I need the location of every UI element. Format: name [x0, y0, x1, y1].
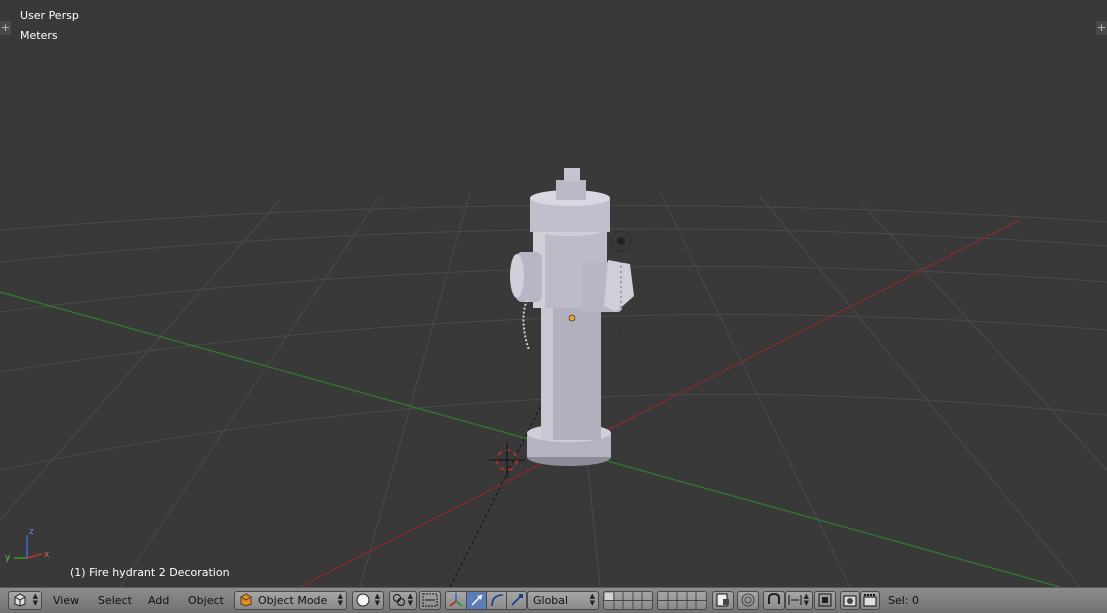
- opengl-render-button[interactable]: [840, 591, 860, 610]
- pivot-point-icon: [393, 594, 405, 606]
- layer-buttons: [658, 592, 706, 609]
- translate-manipulator-icon: [471, 594, 483, 606]
- axis-gizmo: z y x: [5, 527, 50, 563]
- fire-hydrant-object[interactable]: [510, 168, 634, 466]
- mode-selector[interactable]: Object Mode ▲ ▼: [234, 591, 347, 610]
- menu-select[interactable]: Select: [98, 591, 132, 610]
- viewport-scene[interactable]: z y x: [0, 0, 1107, 587]
- layer-buttons-group-1[interactable]: [603, 591, 653, 610]
- scale-manipulator-icon: [511, 594, 523, 606]
- region-expand-left-icon[interactable]: +: [0, 21, 11, 35]
- lock-layers-icon: [716, 593, 729, 607]
- transform-orientation-selector[interactable]: Global ▲ ▼: [527, 591, 599, 610]
- snap-target-icon: [818, 593, 832, 607]
- snap-icon: [768, 592, 780, 604]
- rotate-manipulator-icon: [491, 594, 504, 607]
- manipulator-toggle-button[interactable]: [446, 592, 467, 609]
- viewport-shading-button[interactable]: ▲ ▼: [352, 591, 384, 610]
- manipulator-center-icon: [422, 593, 438, 607]
- snap-toggle-button[interactable]: [763, 591, 785, 610]
- translate-manipulator-button[interactable]: [467, 592, 487, 609]
- snap-target-button[interactable]: [814, 591, 836, 610]
- selection-count: Sel: 0: [888, 594, 920, 607]
- rotate-manipulator-button[interactable]: [487, 592, 507, 609]
- editor-type-button[interactable]: ▲ ▼: [8, 591, 42, 610]
- manipulator-center-button[interactable]: [419, 591, 441, 610]
- menu-view[interactable]: View: [53, 591, 79, 610]
- 3d-viewport[interactable]: z y x User Persp Meters (1) Fire hydrant…: [0, 0, 1107, 587]
- menu-object[interactable]: Object: [188, 591, 224, 610]
- proportional-edit-icon: [741, 593, 755, 607]
- layer-buttons-group-2[interactable]: [657, 591, 707, 610]
- gizmo-y-label: y: [5, 553, 11, 563]
- gizmo-z-label: z: [29, 527, 34, 537]
- manipulator-group: [445, 591, 527, 610]
- layer-buttons: [604, 592, 652, 609]
- editor-type-icon: [14, 593, 26, 607]
- viewport-shading-icon: [356, 593, 370, 607]
- pivot-point-button[interactable]: ▲ ▼: [389, 591, 417, 610]
- mode-label: Object Mode: [258, 594, 328, 607]
- active-object-info: (1) Fire hydrant 2 Decoration: [70, 566, 230, 579]
- x-axis-line: [299, 219, 1021, 587]
- opengl-render-icon: [843, 595, 857, 607]
- 3d-cursor[interactable]: [489, 442, 525, 478]
- snap-element-icon: [788, 595, 802, 605]
- lock-layers-button[interactable]: [712, 591, 734, 610]
- manipulator-toggle-icon: [449, 593, 463, 607]
- object-mode-icon: [240, 593, 252, 607]
- transform-orientation-label: Global: [533, 594, 569, 607]
- menu-add[interactable]: Add: [148, 591, 169, 610]
- opengl-animation-icon: [863, 594, 877, 607]
- units-label: Meters: [20, 29, 58, 42]
- viewport-header: ▲ ▼ View Select Add Object Object Mode ▲ ▼…: [0, 587, 1107, 613]
- opengl-animation-button[interactable]: [860, 591, 880, 610]
- region-expand-right-icon[interactable]: +: [1096, 21, 1107, 35]
- proportional-edit-button[interactable]: [737, 591, 759, 610]
- view-name-label: User Persp: [20, 9, 79, 22]
- scale-manipulator-button[interactable]: [507, 592, 528, 609]
- gizmo-x-label: x: [44, 550, 50, 560]
- snap-element-selector[interactable]: ▲ ▼: [785, 591, 813, 610]
